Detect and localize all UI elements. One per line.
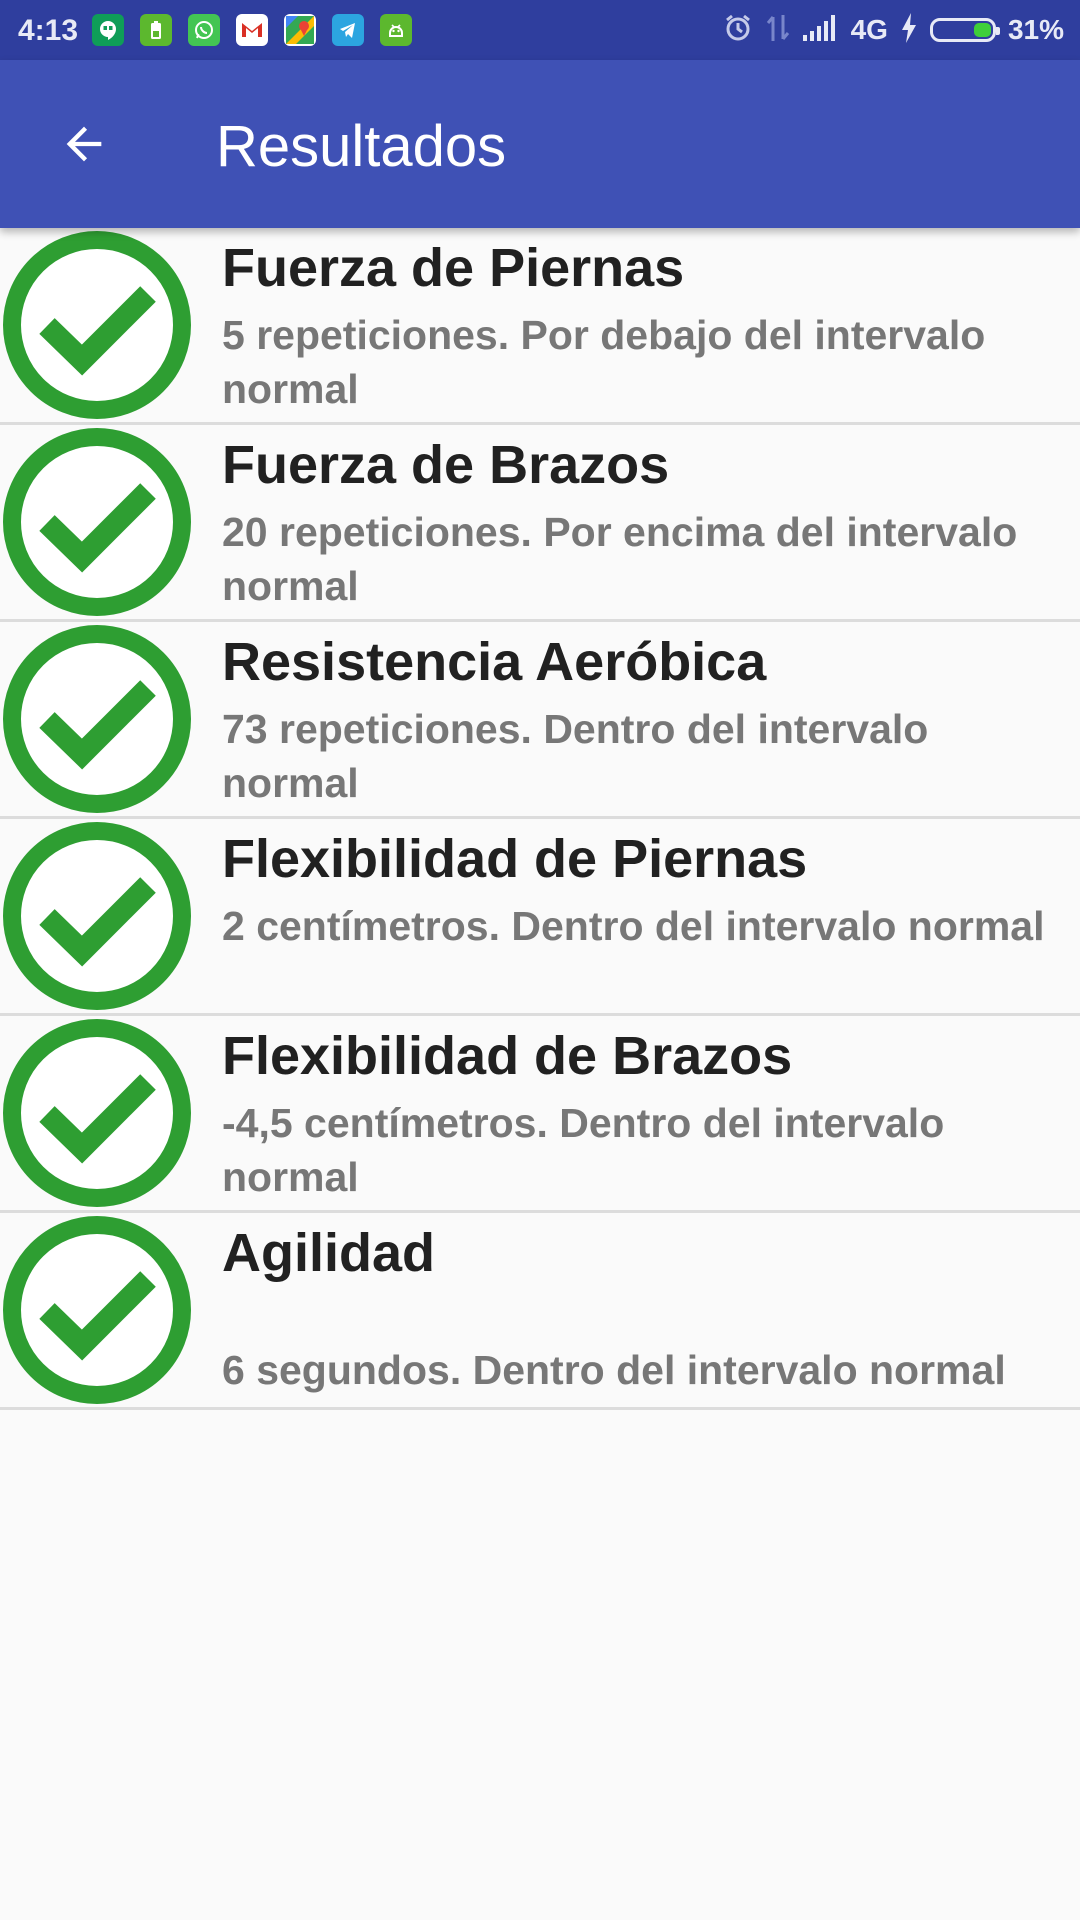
battery-percent: 31% bbox=[1007, 14, 1064, 45]
android-icon bbox=[380, 14, 412, 46]
check-circle-icon bbox=[3, 428, 191, 616]
battery-saver-icon bbox=[140, 14, 172, 46]
result-item-fuerza-brazos[interactable]: Fuerza de Brazos 20 repeticiones. Por en… bbox=[0, 425, 1080, 622]
result-item-fuerza-piernas[interactable]: Fuerza de Piernas 5 repeticiones. Por de… bbox=[0, 228, 1080, 425]
data-transfer-icon bbox=[765, 13, 791, 48]
check-circle-icon bbox=[3, 231, 191, 419]
battery-icon bbox=[929, 18, 1000, 42]
arrow-back-icon bbox=[66, 126, 102, 162]
check-circle-icon bbox=[3, 822, 191, 1010]
result-description: 5 repeticiones. Por debajo del intervalo… bbox=[222, 312, 986, 412]
result-item-flexibilidad-brazos[interactable]: Flexibilidad de Brazos -4,5 centímetros.… bbox=[0, 1016, 1080, 1213]
page-title: Resultados bbox=[216, 114, 507, 179]
gmail-icon bbox=[236, 14, 268, 46]
signal-icon bbox=[802, 14, 839, 46]
notification-icons bbox=[92, 14, 412, 46]
back-button[interactable] bbox=[36, 96, 132, 192]
maps-icon bbox=[284, 14, 316, 46]
results-list: Fuerza de Piernas 5 repeticiones. Por de… bbox=[0, 228, 1080, 1410]
hangouts-icon bbox=[92, 14, 124, 46]
app-bar: Resultados bbox=[0, 60, 1080, 228]
status-time: 4:13 bbox=[18, 14, 79, 47]
whatsapp-icon bbox=[188, 14, 220, 46]
result-description: 6 segundos. Dentro del intervalo normal bbox=[222, 1347, 1006, 1393]
battery-tip bbox=[995, 27, 1000, 35]
check-circle-icon bbox=[3, 1216, 191, 1404]
result-title: Resistencia Aeróbica bbox=[222, 632, 767, 692]
result-description: -4,5 centímetros. Dentro del intervalo n… bbox=[222, 1100, 945, 1200]
check-circle-icon bbox=[3, 1019, 191, 1207]
charging-icon bbox=[900, 12, 918, 48]
result-description: 20 repeticiones. Por encima del interval… bbox=[222, 509, 1018, 609]
result-title: Flexibilidad de Piernas bbox=[222, 829, 808, 889]
result-title: Agilidad bbox=[222, 1223, 435, 1283]
telegram-icon bbox=[332, 14, 364, 46]
result-title: Fuerza de Piernas bbox=[222, 238, 685, 298]
result-title: Fuerza de Brazos bbox=[222, 435, 670, 495]
result-item-resistencia-aerobica[interactable]: Resistencia Aeróbica 73 repeticiones. De… bbox=[0, 622, 1080, 819]
network-type: 4G bbox=[850, 14, 888, 45]
result-item-flexibilidad-piernas[interactable]: Flexibilidad de Piernas 2 centímetros. D… bbox=[0, 819, 1080, 1016]
screen: 4:13 4G 31% Resultados Fuerza de Piernas… bbox=[0, 0, 1080, 1920]
result-item-agilidad[interactable]: Agilidad 6 segundos. Dentro del interval… bbox=[0, 1213, 1080, 1410]
alarm-icon bbox=[723, 13, 753, 48]
result-description: 2 centímetros. Dentro del intervalo norm… bbox=[222, 903, 1045, 949]
result-title: Flexibilidad de Brazos bbox=[222, 1026, 793, 1086]
check-circle-icon bbox=[3, 625, 191, 813]
system-icons: 4G 31% bbox=[723, 12, 1064, 48]
result-description: 73 repeticiones. Dentro del intervalo no… bbox=[222, 706, 929, 806]
battery-level-fill bbox=[973, 23, 991, 37]
status-bar: 4:13 4G 31% bbox=[0, 0, 1080, 60]
